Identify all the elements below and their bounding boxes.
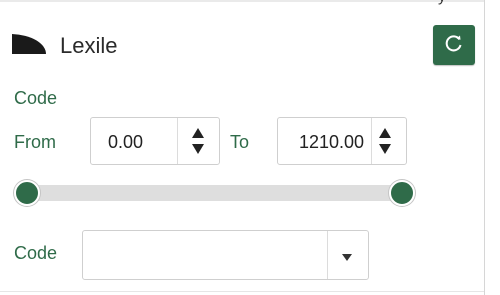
top-divider — [0, 0, 484, 2]
from-value[interactable]: 0.00 — [108, 132, 188, 153]
previous-section-fragment: y — [438, 0, 478, 5]
to-value[interactable]: 1210.00 — [299, 132, 369, 153]
up-down-arrows-icon[interactable] — [188, 124, 208, 158]
range-slider-max-handle[interactable] — [389, 180, 415, 206]
select-divider — [327, 231, 328, 279]
lexile-facet-panel: y Lexile Code From 0.00 To 1210.00 — [0, 0, 485, 295]
to-label: To — [230, 132, 250, 152]
range-section-label: Code — [14, 88, 58, 108]
to-stepper[interactable]: 1210.00 — [277, 117, 407, 165]
code-select-label: Code — [14, 243, 58, 263]
range-slider-min-handle[interactable] — [14, 180, 40, 206]
reset-button[interactable] — [433, 25, 475, 65]
range-slider-track[interactable] — [28, 185, 403, 201]
bottom-divider — [0, 291, 484, 292]
from-label: From — [14, 132, 56, 152]
stepper-divider — [371, 118, 372, 164]
caret-down-icon[interactable] — [341, 249, 353, 267]
refresh-icon — [444, 33, 464, 58]
quarter-circle-icon — [10, 32, 48, 54]
stepper-divider — [177, 118, 178, 164]
from-stepper[interactable]: 0.00 — [90, 117, 220, 165]
facet-title: Lexile — [60, 33, 118, 58]
code-select[interactable] — [82, 230, 369, 280]
up-down-arrows-icon[interactable] — [375, 124, 395, 158]
